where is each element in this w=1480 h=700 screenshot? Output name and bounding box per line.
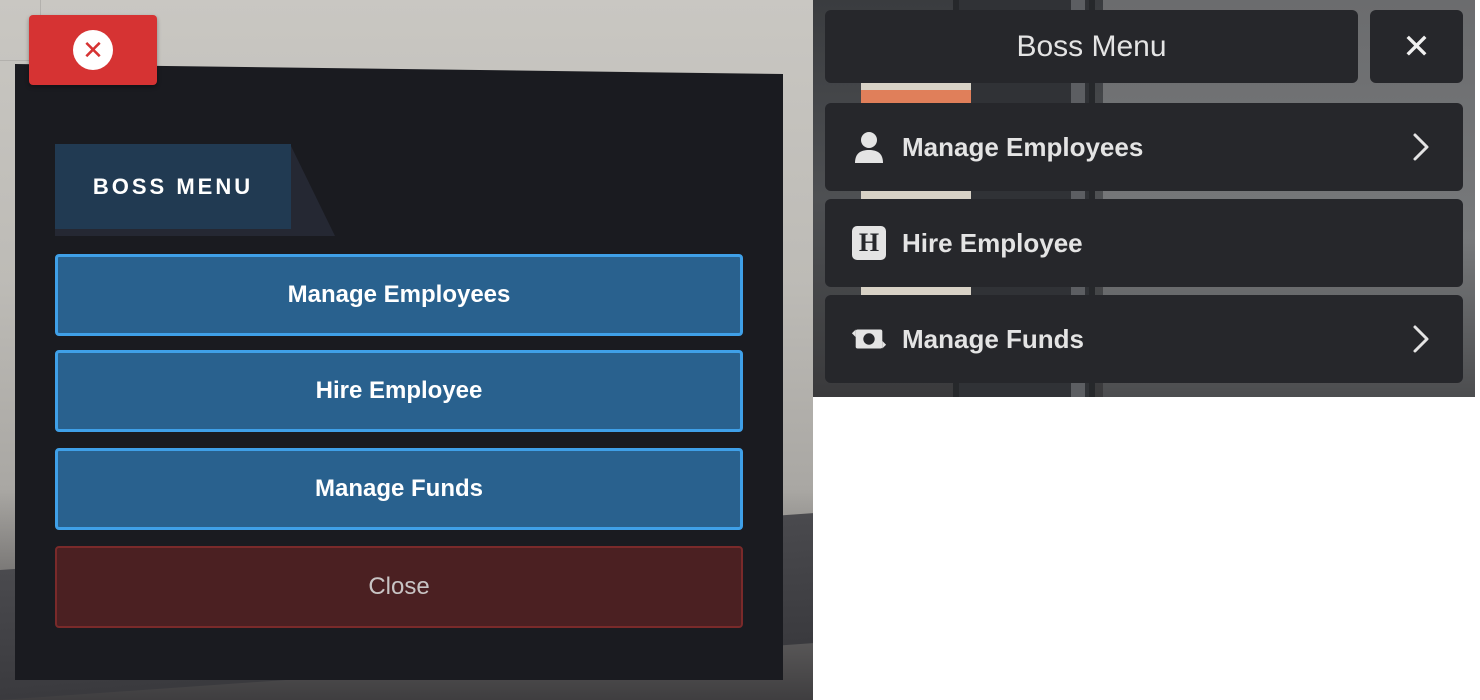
legacy-manage-employees-button[interactable]: Manage Employees <box>55 254 743 336</box>
h-badge-icon: H <box>850 224 888 262</box>
close-icon: ✕ <box>1402 27 1431 66</box>
h-badge-letter: H <box>852 226 886 260</box>
legacy-manage-funds-button[interactable]: Manage Funds <box>55 448 743 530</box>
chevron-right-icon <box>1401 319 1441 359</box>
chevron-right-icon <box>1401 127 1441 167</box>
background-poster-stripe <box>861 90 971 104</box>
menu-item-manage-funds[interactable]: Manage Funds <box>825 295 1463 383</box>
menu-item-label: Manage Employees <box>902 131 1144 162</box>
new-menu-title: Boss Menu <box>825 10 1358 83</box>
menu-item-label: Manage Funds <box>902 323 1085 354</box>
menu-item-manage-employees[interactable]: Manage Employees <box>825 103 1463 191</box>
legacy-close-button[interactable]: Close <box>55 546 743 628</box>
legacy-header-title: BOSS MENU <box>55 144 291 229</box>
new-close-button[interactable]: ✕ <box>1370 10 1463 83</box>
menu-item-label: Hire Employee <box>902 227 1083 258</box>
menu-item-hire-employee[interactable]: H Hire Employee <box>825 199 1463 287</box>
money-exchange-icon <box>850 320 888 358</box>
legacy-close-x-button[interactable]: ✕ <box>29 15 157 85</box>
legacy-hire-employee-button[interactable]: Hire Employee <box>55 350 743 432</box>
legacy-header: BOSS MENU <box>55 144 335 236</box>
user-icon <box>850 128 888 166</box>
x-circle-icon: ✕ <box>73 30 113 70</box>
